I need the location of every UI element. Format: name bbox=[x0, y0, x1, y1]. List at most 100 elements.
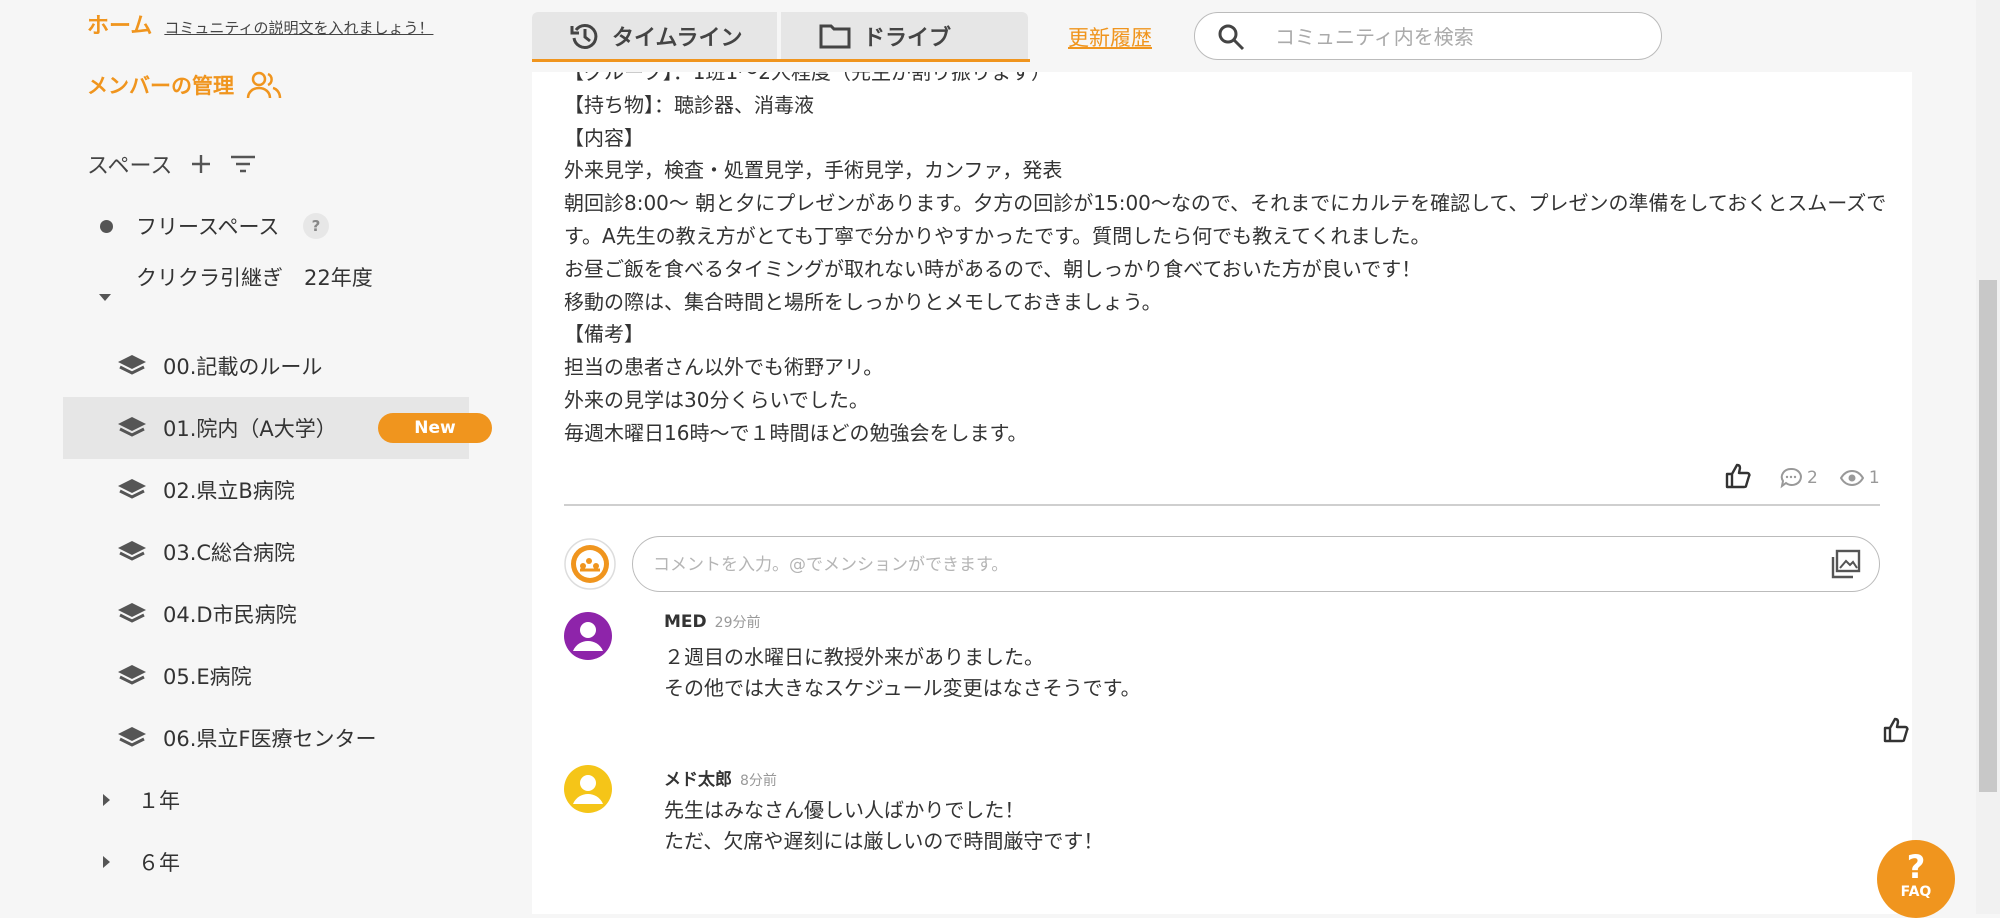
comment-author: メド太郎 8分前 bbox=[664, 765, 777, 790]
layers-icon bbox=[117, 540, 147, 569]
comment-icon bbox=[1780, 467, 1802, 489]
comment-author-name: MED bbox=[664, 612, 707, 632]
sidebar-item-rules[interactable]: 00.記載のルール bbox=[63, 335, 469, 397]
sidebar-item-label: 00.記載のルール bbox=[163, 355, 323, 379]
members-icon bbox=[246, 70, 282, 100]
space-label: スペース bbox=[87, 154, 173, 179]
layers-icon bbox=[117, 602, 147, 631]
post-line: 朝回診8:00～ 朝と夕にプレゼンがあります。夕方の回診が15:00～なので、そ… bbox=[564, 191, 1887, 248]
add-space-icon[interactable] bbox=[190, 153, 212, 175]
layers-icon bbox=[117, 478, 147, 507]
sidebar: ホーム コミュニティの説明文を入れましょう！ メンバーの管理 スペース フリース… bbox=[0, 0, 532, 914]
history-icon bbox=[570, 21, 600, 51]
thumbs-up-icon bbox=[1725, 463, 1751, 488]
sidebar-group-kuriira[interactable]: クリクラ引継ぎ 22年度 bbox=[63, 257, 469, 335]
tab-drive-label: ドライブ bbox=[863, 25, 952, 51]
comment-time: 29分前 bbox=[714, 615, 761, 631]
sidebar-group-label: クリクラ引継ぎ 22年度 bbox=[136, 266, 373, 290]
bullet-icon bbox=[100, 219, 113, 233]
tab-underline bbox=[532, 59, 1030, 62]
eye-icon bbox=[1839, 469, 1864, 487]
avatar bbox=[564, 765, 612, 813]
layers-icon bbox=[117, 664, 147, 693]
like-button[interactable] bbox=[1882, 716, 1910, 748]
home-link[interactable]: ホーム bbox=[87, 8, 152, 40]
divider bbox=[564, 504, 1880, 506]
comment-author: MED 29分前 bbox=[664, 612, 760, 632]
layers-icon bbox=[117, 726, 147, 755]
member-management-link[interactable]: メンバーの管理 bbox=[87, 70, 282, 100]
search-icon bbox=[1218, 24, 1245, 51]
scrollbar-thumb[interactable] bbox=[1979, 280, 1997, 792]
post-line: 外来見学，検査・処置見学，手術見学，カンファ，発表 bbox=[564, 158, 1063, 183]
caret-right-icon[interactable] bbox=[103, 794, 110, 806]
comment-count-value: 2 bbox=[1807, 468, 1818, 488]
post-line: 【グループ】：1班1〜2人程度（先生が割り振ります） bbox=[564, 72, 1051, 84]
comment-input[interactable] bbox=[651, 549, 1755, 581]
tab-drive[interactable]: ドライブ bbox=[781, 12, 1028, 59]
post-actions: 2 1 bbox=[1724, 460, 1904, 496]
filter-icon[interactable] bbox=[230, 154, 256, 174]
update-history-link[interactable]: 更新履歴 bbox=[1068, 22, 1152, 52]
comment-time: 8分前 bbox=[740, 773, 777, 789]
sidebar-item-free-space[interactable]: フリースペース ? bbox=[63, 195, 469, 257]
sidebar-item-label: 01.院内（A大学） bbox=[163, 417, 337, 441]
search-input[interactable] bbox=[1273, 21, 1637, 53]
view-count-value: 1 bbox=[1868, 468, 1880, 488]
sidebar-item-year-6[interactable]: ６年 bbox=[63, 831, 469, 893]
faq-button[interactable]: ? FAQ bbox=[1877, 840, 1955, 918]
sidebar-item-year-1[interactable]: １年 bbox=[63, 769, 469, 831]
post-line: 【備考】 bbox=[564, 322, 644, 347]
layers-icon bbox=[117, 416, 147, 445]
sidebar-item-label: フリースペース bbox=[136, 215, 280, 239]
sidebar-item-label: 02.県立B病院 bbox=[163, 479, 295, 503]
sidebar-item-label: 05.E病院 bbox=[163, 665, 252, 689]
question-mark-icon: ? bbox=[1906, 848, 1926, 886]
sidebar-item-label: 06.県立F医療センター bbox=[163, 727, 377, 751]
home-row: ホーム コミュニティの説明文を入れましょう！ bbox=[87, 8, 433, 40]
image-upload-icon[interactable] bbox=[1831, 549, 1861, 583]
tab-timeline[interactable]: タイムライン bbox=[532, 12, 777, 59]
space-header: スペース bbox=[87, 148, 256, 180]
layers-icon bbox=[117, 354, 147, 383]
tab-timeline-label: タイムライン bbox=[612, 25, 743, 51]
comment-author-name: メド太郎 bbox=[664, 770, 732, 790]
sidebar-item-label: 04.D市民病院 bbox=[163, 603, 297, 627]
caret-down-icon[interactable] bbox=[99, 294, 111, 301]
sidebar-item-c-hospital[interactable]: 03.C総合病院 bbox=[63, 521, 469, 583]
sidebar-item-b-hospital[interactable]: 02.県立B病院 bbox=[63, 459, 469, 521]
help-icon[interactable]: ? bbox=[303, 213, 329, 239]
post-line: 担当の患者さん以外でも術野アリ。 bbox=[564, 355, 884, 380]
sidebar-item-label: 03.C総合病院 bbox=[163, 541, 296, 565]
top-bar: タイムライン ドライブ 更新履歴 bbox=[532, 0, 1982, 62]
sidebar-item-e-hospital[interactable]: 05.E病院 bbox=[63, 645, 469, 707]
caret-right-icon[interactable] bbox=[103, 856, 110, 868]
thumbs-up-icon bbox=[1883, 717, 1909, 743]
post-line: 毎週木曜日16時～で１時間ほどの勉強会をします。 bbox=[564, 420, 1028, 445]
space-nav: フリースペース ? クリクラ引継ぎ 22年度 00.記載のルール 01.院内（A… bbox=[63, 195, 492, 893]
member-management-label: メンバーの管理 bbox=[87, 74, 234, 98]
post-line: 【持ち物】：聴診器、消毒液 bbox=[564, 92, 814, 117]
scrollbar[interactable] bbox=[1976, 0, 2000, 914]
community-description-link[interactable]: コミュニティの説明文を入れましょう！ bbox=[164, 17, 433, 38]
like-button[interactable] bbox=[1724, 462, 1752, 495]
sidebar-item-label: １年 bbox=[138, 789, 180, 813]
sidebar-item-d-hospital[interactable]: 04.D市民病院 bbox=[63, 583, 469, 645]
comment-box[interactable] bbox=[632, 536, 1880, 592]
post-line: お昼ご飯を食べるタイミングが取れない時があるので、朝しっかり食べておいた方が良い… bbox=[564, 256, 1422, 281]
folder-icon bbox=[819, 23, 851, 49]
post-line: 【内容】 bbox=[564, 125, 644, 150]
post-card: 【グループ】：1班1〜2人程度（先生が割り振ります） 【持ち物】：聴診器、消毒液… bbox=[532, 72, 1912, 914]
faq-label: FAQ bbox=[1900, 884, 1932, 900]
post-line: 外来の見学は30分くらいでした。 bbox=[564, 387, 869, 412]
post-body: 【グループ】：1班1〜2人程度（先生が割り振ります） 【持ち物】：聴診器、消毒液… bbox=[564, 72, 1904, 450]
comment-count[interactable]: 2 bbox=[1780, 467, 1818, 489]
sidebar-item-a-university[interactable]: 01.院内（A大学） New bbox=[63, 397, 492, 459]
comment-text: 先生はみなさん優しい人ばかりでした！ ただ、欠席や遅刻には厳しいので時間厳守です… bbox=[664, 798, 1104, 853]
view-count: 1 bbox=[1839, 468, 1880, 488]
new-badge: New bbox=[378, 413, 492, 443]
search-bar[interactable] bbox=[1194, 12, 1662, 60]
avatar bbox=[564, 612, 612, 660]
sidebar-item-f-center[interactable]: 06.県立F医療センター bbox=[63, 707, 469, 769]
avatar bbox=[564, 538, 616, 590]
